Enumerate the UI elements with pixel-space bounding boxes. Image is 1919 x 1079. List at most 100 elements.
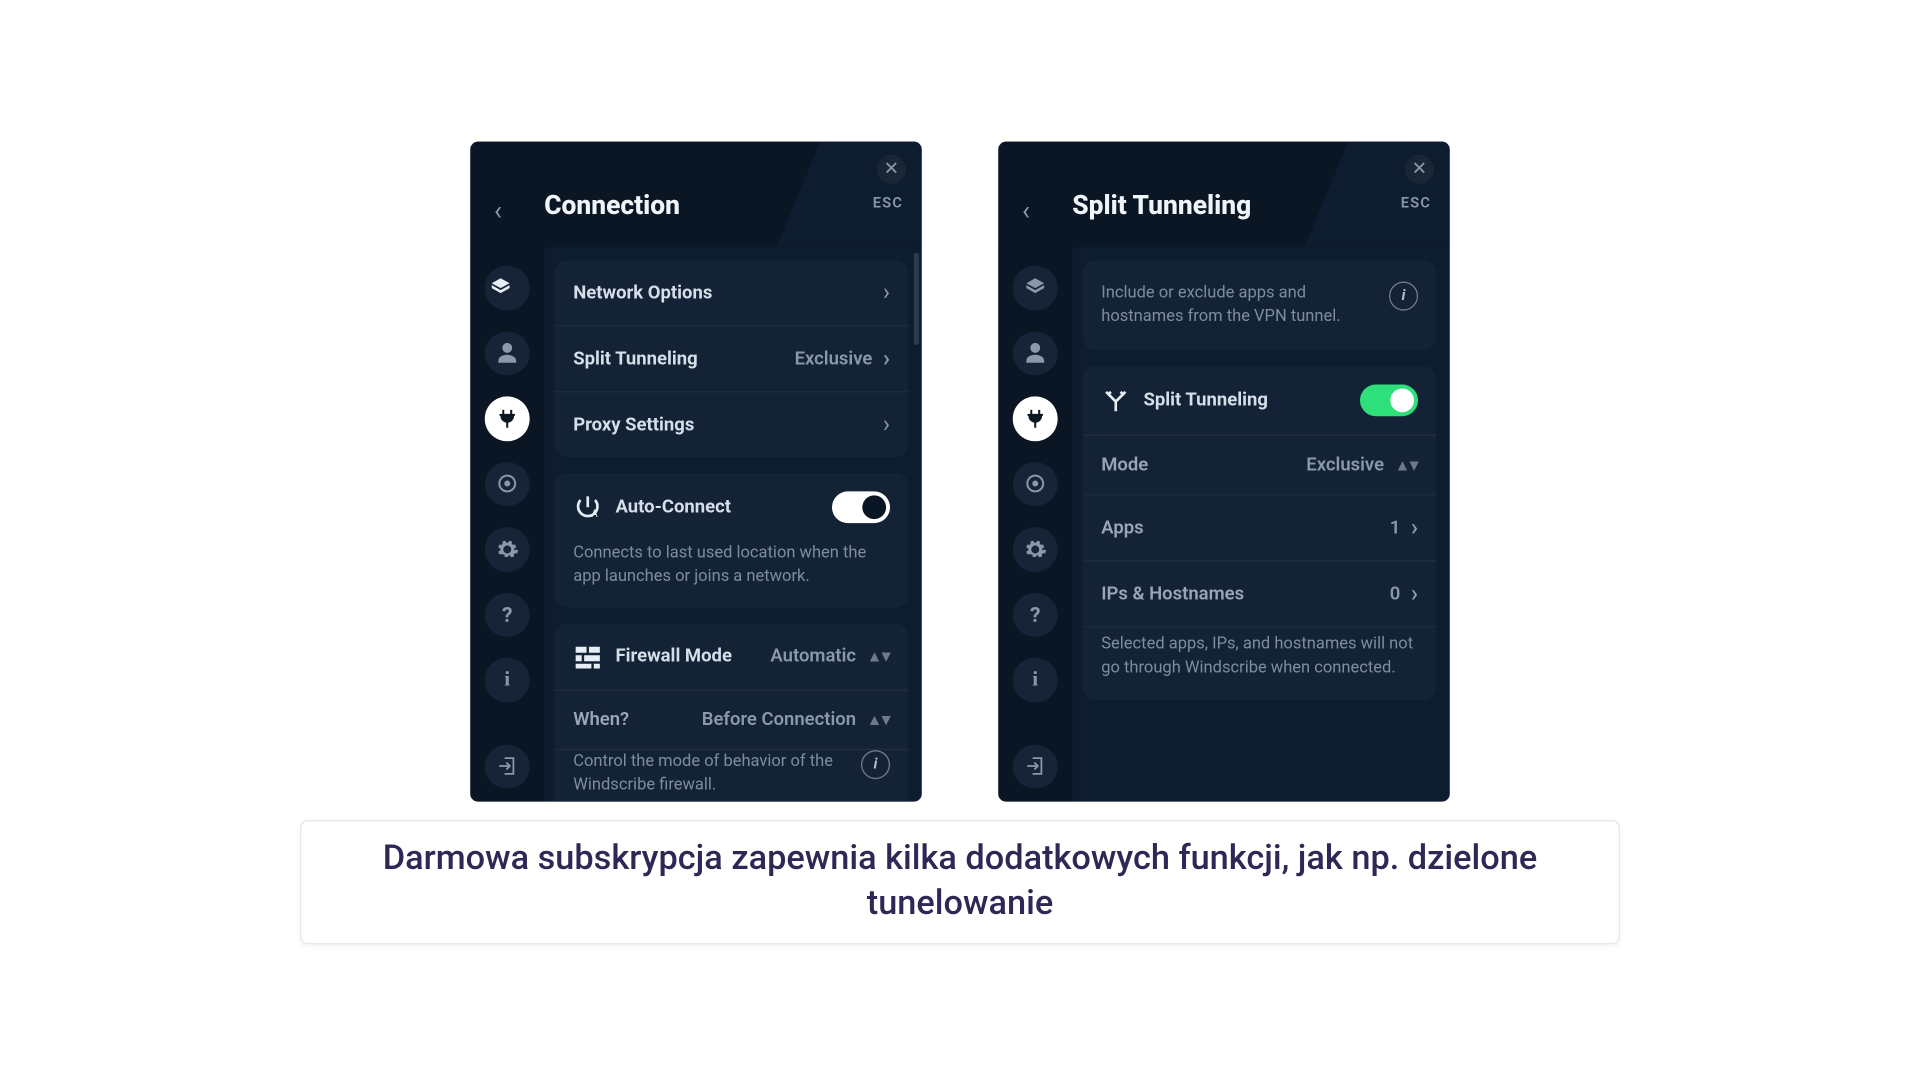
plug-icon [495,406,519,430]
auto-connect-description: Connects to last used location when the … [554,541,908,607]
esc-label: ESC [872,194,903,211]
sidebar-item-help[interactable]: ? [1012,592,1057,636]
split-tunneling-content: Include or exclude apps and hostnames fr… [1072,247,1450,801]
sidebar-item-connection[interactable] [1012,396,1057,440]
gear-icon [495,537,519,561]
row-label: Mode [1101,454,1148,475]
power-icon: A [573,492,602,521]
info-link-icon[interactable]: i [861,750,890,779]
connection-content: Network Options › Split Tunneling Exclus… [544,247,922,801]
firewall-description: Control the mode of behavior of the Wind… [554,750,908,801]
sidebar-item-robert[interactable] [1012,461,1057,505]
split-tunneling-footnote: Selected apps, IPs, and hostnames will n… [1082,627,1436,699]
info-icon: i [1032,667,1038,691]
chevron-right-icon: › [882,278,889,306]
row-value: 1 [1389,517,1400,538]
panel-header: ✕ ESC ‹ Split Tunneling [998,141,1449,247]
row-label: When? [573,709,629,730]
panel-connection: ✕ ESC ‹ Connection [465,136,927,807]
row-label: Proxy Settings [573,414,694,435]
sidebar-item-advanced[interactable] [484,527,529,571]
row-value: 0 [1389,583,1400,604]
row-value: Automatic [770,646,856,667]
row-label: Network Options [573,282,712,303]
gear-icon [1023,537,1047,561]
back-button[interactable]: ‹ [1022,194,1030,226]
row-label: IPs & Hostnames [1101,583,1244,604]
row-label: Apps [1101,517,1143,538]
auto-connect-card: A Auto-Connect Connects to last used loc… [554,472,908,607]
split-icon [1101,386,1130,415]
exit-icon [496,755,517,776]
row-mode[interactable]: Mode Exclusive ▲▼ [1082,436,1436,495]
image-caption: Darmowa subskrypcja zapewnia kilka dodat… [300,820,1620,944]
row-firewall-mode[interactable]: Firewall Mode Automatic ▲▼ [554,623,908,690]
info-link-icon[interactable]: i [1389,281,1418,310]
split-tunneling-settings-card: Split Tunneling Mode Exclusive ▲▼ [1082,366,1436,699]
target-icon [495,471,519,495]
sidebar-item-general[interactable] [1012,265,1057,309]
close-button[interactable]: ✕ [1404,154,1433,183]
updown-icon: ▲▼ [866,647,889,665]
page-title: Connection [544,189,680,221]
layers-icon [488,275,512,299]
chevron-right-icon: › [882,344,889,372]
row-split-tunneling-toggle: Split Tunneling [1082,366,1436,436]
scrollbar[interactable] [913,252,918,344]
firewall-card: Firewall Mode Automatic ▲▼ When? [554,623,908,801]
sidebar-item-account[interactable] [1012,331,1057,375]
target-icon [1023,471,1047,495]
sidebar-item-advanced[interactable] [1012,527,1057,571]
back-button[interactable]: ‹ [494,194,502,226]
user-icon [495,341,519,365]
close-icon: ✕ [1411,158,1426,179]
sidebar-item-robert[interactable] [484,461,529,505]
chevron-right-icon: › [882,410,889,438]
row-ips-hostnames[interactable]: IPs & Hostnames 0 › [1082,561,1436,627]
split-tunneling-intro-card: Include or exclude apps and hostnames fr… [1082,260,1436,350]
updown-icon: ▲▼ [1394,456,1417,474]
row-firewall-when[interactable]: When? Before Connection ▲▼ [554,691,908,750]
row-value: Exclusive [794,348,872,369]
sidebar-item-about[interactable]: i [1012,657,1057,701]
connection-list-card: Network Options › Split Tunneling Exclus… [554,260,908,457]
panel-header: ✕ ESC ‹ Connection [470,141,921,247]
row-network-options[interactable]: Network Options › [554,260,908,326]
esc-label: ESC [1400,194,1431,211]
sidebar-item-logout[interactable] [484,744,529,788]
row-value: Before Connection [701,709,855,730]
user-icon [1023,341,1047,365]
updown-icon: ▲▼ [866,710,889,728]
settings-sidebar: ? i [998,247,1072,801]
plug-icon [1023,406,1047,430]
chevron-left-icon: ‹ [1022,194,1030,226]
layers-icon [1023,275,1047,299]
info-icon: i [504,667,510,691]
page-title: Split Tunneling [1072,189,1251,221]
sidebar-item-account[interactable] [484,331,529,375]
row-value: Exclusive [1306,454,1384,475]
row-label: Split Tunneling [573,348,697,369]
exit-icon [1024,755,1045,776]
row-apps[interactable]: Apps 1 › [1082,495,1436,561]
sidebar-item-logout[interactable] [1012,744,1057,788]
sidebar-item-connection[interactable] [484,396,529,440]
close-icon: ✕ [883,158,898,179]
sidebar-item-about[interactable]: i [484,657,529,701]
intro-text: Include or exclude apps and hostnames fr… [1082,260,1436,350]
auto-connect-toggle[interactable] [831,491,889,523]
question-icon: ? [501,601,512,626]
sidebar-item-general[interactable] [484,265,529,309]
row-proxy-settings[interactable]: Proxy Settings › [554,392,908,457]
split-tunneling-toggle[interactable] [1359,384,1417,416]
svg-text:A: A [591,508,598,519]
close-button[interactable]: ✕ [876,154,905,183]
question-icon: ? [1029,601,1040,626]
row-label: Auto-Connect [615,496,731,517]
sidebar-item-help[interactable]: ? [484,592,529,636]
chevron-left-icon: ‹ [494,194,502,226]
row-split-tunneling[interactable]: Split Tunneling Exclusive › [554,326,908,392]
chevron-right-icon: › [1410,514,1417,542]
row-label: Firewall Mode [615,646,731,667]
panel-split-tunneling: ✕ ESC ‹ Split Tunneling [993,136,1455,807]
